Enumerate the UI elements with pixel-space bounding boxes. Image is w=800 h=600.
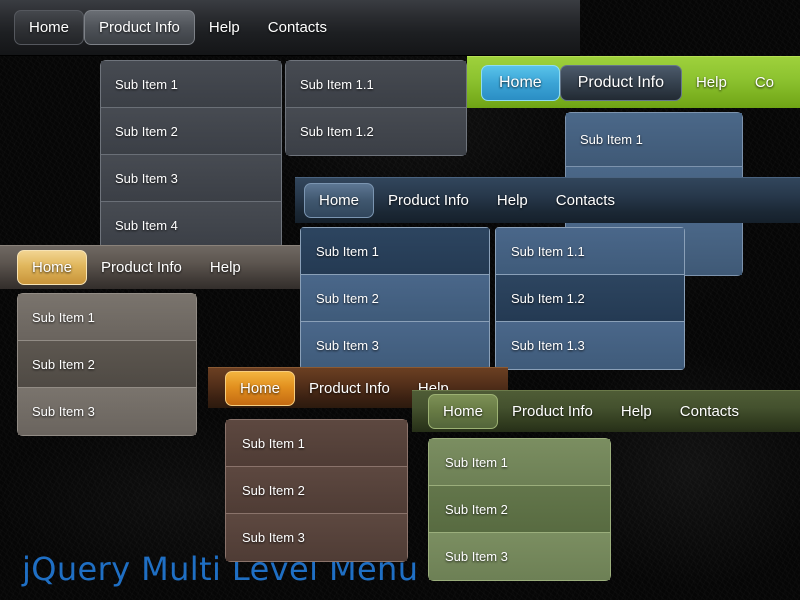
- tan-menu-submenu-level1: Sub Item 1 Sub Item 2 Sub Item 3: [17, 293, 197, 436]
- lime-menu-item-home[interactable]: Home: [481, 64, 560, 101]
- submenu-item[interactable]: Sub Item 3: [226, 514, 407, 561]
- green-menu-item-help[interactable]: Help: [607, 395, 666, 428]
- blue-menu-item-contacts[interactable]: Contacts: [542, 184, 629, 217]
- dark-menu-item-product-info[interactable]: Product Info: [84, 10, 195, 45]
- dark-menu-item-help[interactable]: Help: [195, 11, 254, 44]
- dark-menu-item-contacts[interactable]: Contacts: [254, 11, 341, 44]
- orange-menu-submenu-level1: Sub Item 1 Sub Item 2 Sub Item 3: [225, 419, 408, 562]
- submenu-item[interactable]: Sub Item 3: [101, 155, 281, 202]
- dark-charcoal-menu: Home Product Info Help Contacts Sub Item…: [0, 0, 580, 250]
- submenu-item[interactable]: Sub Item 1.2: [496, 275, 684, 322]
- green-menu-submenu-level1: Sub Item 1 Sub Item 2 Sub Item 3: [428, 438, 611, 581]
- tan-menu-bar: Home Product Info Help: [0, 245, 300, 289]
- submenu-item[interactable]: Sub Item 1: [429, 439, 610, 486]
- lime-menu-item-product-info[interactable]: Product Info: [559, 64, 682, 101]
- tan-gold-menu: Home Product Info Help Sub Item 1 Sub It…: [0, 245, 300, 436]
- lime-menu-item-contacts[interactable]: Co: [741, 66, 788, 99]
- submenu-item[interactable]: Sub Item 4: [101, 202, 281, 249]
- lime-green-menu: Home Product Info Help Co: [467, 56, 800, 108]
- submenu-item[interactable]: Sub Item 2: [226, 467, 407, 514]
- blue-menu-bar: Home Product Info Help Contacts: [295, 177, 800, 223]
- dark-menu-bar: Home Product Info Help Contacts: [0, 0, 580, 56]
- olive-green-menu: Home Product Info Help Contacts Sub Item…: [412, 390, 800, 581]
- submenu-item[interactable]: Sub Item 1: [18, 294, 196, 341]
- lime-menu-item-help[interactable]: Help: [682, 66, 741, 99]
- dark-menu-item-home[interactable]: Home: [14, 10, 85, 45]
- blue-menu-item-help[interactable]: Help: [483, 184, 542, 217]
- lime-menu-bar: Home Product Info Help Co: [467, 56, 800, 108]
- submenu-item[interactable]: Sub Item 2: [101, 108, 281, 155]
- orange-menu-item-home[interactable]: Home: [225, 370, 296, 406]
- green-menu-item-home[interactable]: Home: [428, 394, 499, 429]
- dark-menu-submenu-level1: Sub Item 1 Sub Item 2 Sub Item 3 Sub Ite…: [100, 60, 282, 250]
- blue-menu-item-product-info[interactable]: Product Info: [374, 184, 483, 217]
- blue-menu-submenu-level2: Sub Item 1.1 Sub Item 1.2 Sub Item 1.3: [495, 227, 685, 370]
- submenu-item[interactable]: Sub Item 1.1: [496, 228, 684, 275]
- blue-menu-item-home[interactable]: Home: [304, 183, 375, 218]
- submenu-item[interactable]: Sub Item 2: [18, 341, 196, 388]
- submenu-item[interactable]: Sub Item 3: [301, 322, 489, 369]
- blue-menu: Home Product Info Help Contacts Sub Item…: [295, 177, 800, 370]
- submenu-item[interactable]: Sub Item 3: [429, 533, 610, 580]
- green-menu-item-contacts[interactable]: Contacts: [666, 395, 753, 428]
- tan-menu-item-help[interactable]: Help: [196, 251, 255, 284]
- submenu-item[interactable]: Sub Item 1: [226, 420, 407, 467]
- dark-menu-submenu-level2: Sub Item 1.1 Sub Item 1.2: [285, 60, 467, 156]
- submenu-item[interactable]: Sub Item 1.3: [496, 322, 684, 369]
- submenu-item[interactable]: Sub Item 1.2: [286, 108, 466, 155]
- submenu-item[interactable]: Sub Item 1: [301, 228, 489, 275]
- submenu-item[interactable]: Sub Item 2: [429, 486, 610, 533]
- green-menu-bar: Home Product Info Help Contacts: [412, 390, 800, 432]
- green-menu-item-product-info[interactable]: Product Info: [498, 395, 607, 428]
- blue-menu-submenu-level1: Sub Item 1 Sub Item 2 Sub Item 3: [300, 227, 490, 370]
- submenu-item[interactable]: Sub Item 1.1: [286, 61, 466, 108]
- submenu-item[interactable]: Sub Item 2: [301, 275, 489, 322]
- submenu-item[interactable]: Sub Item 1: [566, 113, 742, 167]
- submenu-item[interactable]: Sub Item 3: [18, 388, 196, 435]
- tan-menu-item-product-info[interactable]: Product Info: [87, 251, 196, 284]
- orange-menu-item-product-info[interactable]: Product Info: [295, 372, 404, 405]
- submenu-item[interactable]: Sub Item 1: [101, 61, 281, 108]
- tan-menu-item-home[interactable]: Home: [17, 250, 88, 285]
